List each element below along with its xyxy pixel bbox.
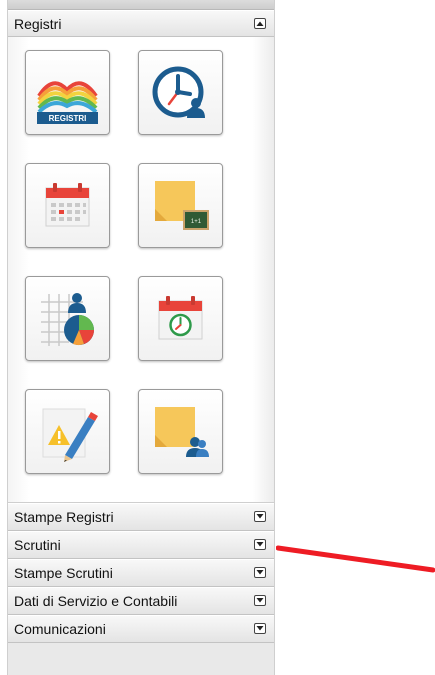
- grid-user-pie-icon: [41, 293, 94, 346]
- registri-book-icon: REGISTRI: [37, 81, 98, 124]
- calendar-icon: [45, 183, 90, 227]
- panel-label-registri: Registri: [14, 16, 62, 32]
- panel-label-comunicazioni: Comunicazioni: [14, 621, 106, 637]
- expand-icon[interactable]: [254, 539, 266, 550]
- panel-header-registri[interactable]: Registri: [8, 10, 274, 37]
- tile-note-utenti[interactable]: [138, 389, 223, 474]
- warning-pencil-icon: [42, 408, 98, 462]
- clock-user-icon: [152, 66, 205, 118]
- panel-header-scrutini[interactable]: Scrutini: [8, 531, 274, 559]
- svg-text:1+1: 1+1: [191, 219, 202, 225]
- tile-registri-label: REGISTRI: [49, 114, 87, 123]
- annotation-arrow: [276, 545, 435, 573]
- tile-orario[interactable]: [138, 50, 223, 135]
- tile-registri[interactable]: REGISTRI: [25, 50, 110, 135]
- expand-icon[interactable]: [254, 511, 266, 522]
- panel-label-stampe-registri: Stampe Registri: [14, 509, 114, 525]
- panel-label-stampe-scrutini: Stampe Scrutini: [14, 565, 113, 581]
- tile-calendario[interactable]: [25, 163, 110, 248]
- panel-header-stampe-registri[interactable]: Stampe Registri: [8, 503, 274, 531]
- sticky-note-users-icon: [155, 407, 209, 457]
- panel-header-dati-servizio[interactable]: Dati di Servizio e Contabili: [8, 587, 274, 615]
- expand-icon[interactable]: [254, 567, 266, 578]
- expand-icon[interactable]: [254, 623, 266, 634]
- sidebar-menu: Registri REGISTRI 1+1 Stampe Registri Sc…: [7, 0, 275, 675]
- calendar-clock-icon: [158, 296, 203, 340]
- panel-header-stampe-scrutini[interactable]: Stampe Scrutini: [8, 559, 274, 587]
- collapse-icon[interactable]: [254, 18, 266, 29]
- collapsed-panels: Stampe Registri Scrutini Stampe Scrutini…: [8, 503, 274, 643]
- registri-tiles-area: REGISTRI 1+1: [8, 37, 274, 503]
- tile-note-lavagna[interactable]: 1+1: [138, 163, 223, 248]
- tile-calendario-orario[interactable]: [138, 276, 223, 361]
- panel-header-comunicazioni[interactable]: Comunicazioni: [8, 615, 274, 643]
- panel-label-scrutini: Scrutini: [14, 537, 61, 553]
- top-strip: [8, 0, 274, 10]
- panel-label-dati-servizio: Dati di Servizio e Contabili: [14, 593, 178, 609]
- tile-statistiche[interactable]: [25, 276, 110, 361]
- tile-note-disciplinari[interactable]: [25, 389, 110, 474]
- sticky-note-blackboard-icon: 1+1: [155, 181, 209, 230]
- expand-icon[interactable]: [254, 595, 266, 606]
